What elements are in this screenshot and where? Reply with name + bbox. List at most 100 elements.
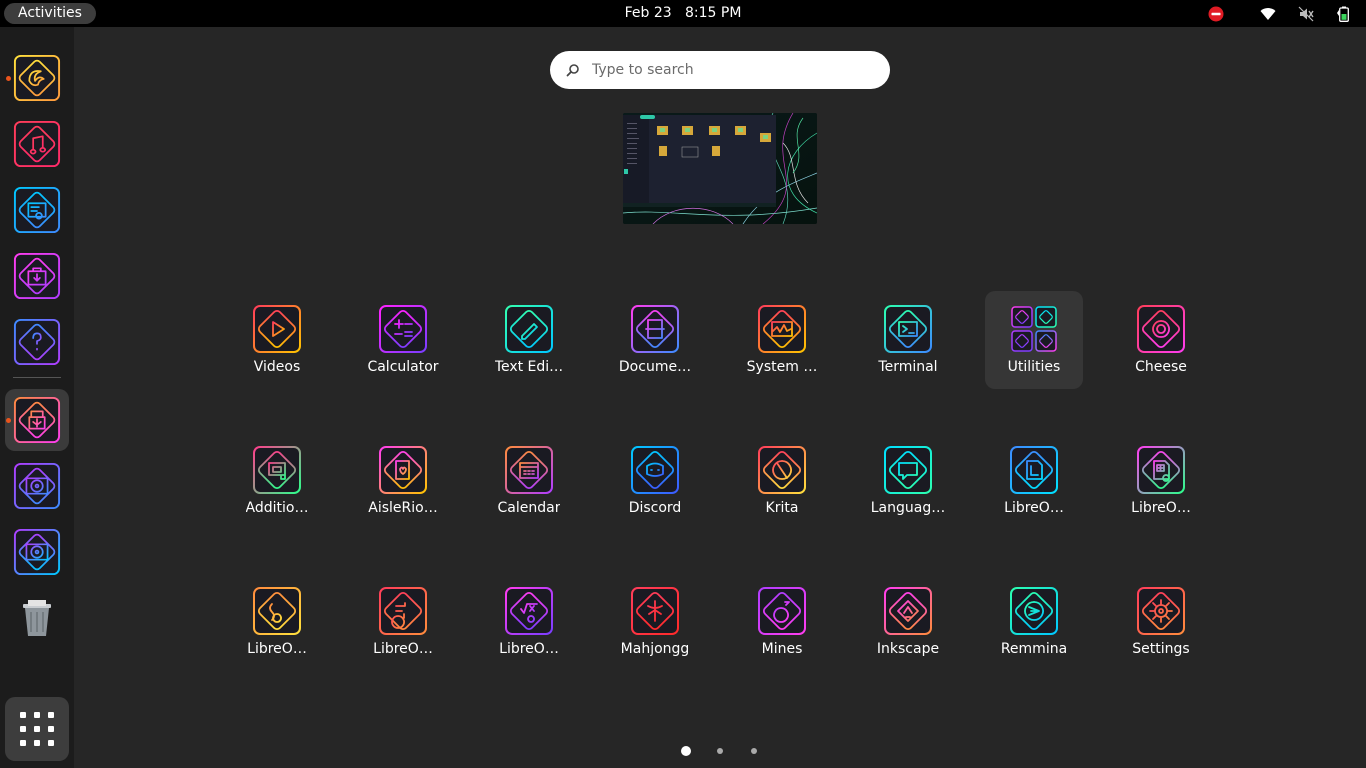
search-box[interactable] <box>550 51 890 89</box>
dock-item-mahjongg-tile-app[interactable] <box>5 389 69 451</box>
clock-time: 8:15 PM <box>685 5 742 21</box>
app-label: Languag… <box>870 500 946 516</box>
remmina-icon <box>1010 587 1058 635</box>
libreoffice-draw-icon <box>1010 446 1058 494</box>
libreoffice-math-icon <box>505 587 553 635</box>
disk-icon <box>13 528 61 576</box>
dock-item-writer[interactable] <box>5 179 69 241</box>
app-videos[interactable]: Videos <box>228 291 326 389</box>
app-calendar[interactable]: Calendar <box>480 432 578 530</box>
volume-muted-icon[interactable] <box>1298 6 1314 22</box>
dock-separator <box>13 377 61 378</box>
settings-icon <box>1137 587 1185 635</box>
app-label: LibreO… <box>1131 500 1191 516</box>
app-label: Discord <box>628 500 682 516</box>
dock <box>0 27 74 768</box>
app-libreoffice-math[interactable]: LibreO… <box>480 573 578 671</box>
app-language[interactable]: Languag… <box>859 432 957 530</box>
app-label: Docume… <box>618 359 692 375</box>
libreoffice-impress-icon <box>379 587 427 635</box>
do-not-disturb-icon[interactable] <box>1208 6 1224 22</box>
terminal-icon <box>884 305 932 353</box>
app-icon-wrapper <box>378 445 428 495</box>
app-icon-wrapper <box>1136 445 1186 495</box>
app-icon-wrapper <box>378 586 428 636</box>
dock-item-disk[interactable] <box>5 455 69 517</box>
app-icon-wrapper <box>757 304 807 354</box>
app-discord[interactable]: Discord <box>606 432 704 530</box>
app-label: Additio… <box>245 500 309 516</box>
app-krita[interactable]: Krita <box>733 432 831 530</box>
page-dot-1[interactable] <box>681 746 691 756</box>
dock-item-trash[interactable] <box>5 587 69 649</box>
app-icon-wrapper <box>883 304 933 354</box>
app-icon-wrapper <box>883 586 933 636</box>
app-text-editor[interactable]: Text Edi… <box>480 291 578 389</box>
app-label: LibreO… <box>373 641 433 657</box>
app-mahjongg[interactable]: Mahjongg <box>606 573 704 671</box>
system-tray[interactable] <box>1208 0 1362 27</box>
app-additional-drivers[interactable]: Additio… <box>228 432 326 530</box>
app-remmina[interactable]: Remmina <box>985 573 1083 671</box>
software-icon <box>13 252 61 300</box>
app-inkscape[interactable]: Inkscape <box>859 573 957 671</box>
clock-button[interactable]: Feb 23 8:15 PM <box>625 5 742 21</box>
dock-item-files[interactable] <box>5 47 69 109</box>
top-bar: Activities Feb 23 8:15 PM <box>0 0 1366 27</box>
dock-item-rhythmbox[interactable] <box>5 113 69 175</box>
calendar-icon <box>505 446 553 494</box>
app-icon-wrapper <box>252 445 302 495</box>
dock-item-help[interactable] <box>5 311 69 373</box>
app-label: Settings <box>1132 641 1190 657</box>
activities-button[interactable]: Activities <box>4 3 96 24</box>
app-label: Utilities <box>1007 359 1061 375</box>
app-label: AisleRio… <box>368 500 438 516</box>
app-document-viewer[interactable]: Docume… <box>606 291 704 389</box>
grid-icon <box>20 712 54 746</box>
app-label: LibreO… <box>499 641 559 657</box>
app-icon-wrapper <box>757 445 807 495</box>
app-terminal[interactable]: Terminal <box>859 291 957 389</box>
app-label: Text Edi… <box>494 359 564 375</box>
videos-icon <box>253 305 301 353</box>
search-input[interactable] <box>592 62 852 78</box>
page-dot-3[interactable] <box>751 748 757 754</box>
app-libreoffice-calc[interactable]: LibreO… <box>1112 432 1210 530</box>
app-icon <box>13 396 61 444</box>
app-libreoffice-impress[interactable]: LibreO… <box>354 573 452 671</box>
app-label: LibreO… <box>247 641 307 657</box>
app-icon-wrapper <box>630 304 680 354</box>
app-label: Mines <box>761 641 803 657</box>
app-icon-wrapper <box>252 586 302 636</box>
dock-item-software[interactable] <box>5 245 69 307</box>
workspace-wallpaper <box>623 113 817 224</box>
app-aisleriot[interactable]: AisleRio… <box>354 432 452 530</box>
app-icon-wrapper <box>757 586 807 636</box>
page-dot-2[interactable] <box>717 748 723 754</box>
disk-icon <box>13 462 61 510</box>
app-system-monitor[interactable]: System … <box>733 291 831 389</box>
aisleriot-icon <box>379 446 427 494</box>
app-mines[interactable]: Mines <box>733 573 831 671</box>
battery-charging-icon[interactable] <box>1336 6 1352 22</box>
clock-date: Feb 23 <box>624 5 672 21</box>
app-icon-wrapper <box>1009 445 1059 495</box>
app-settings[interactable]: Settings <box>1112 573 1210 671</box>
app-icon-wrapper <box>1009 586 1059 636</box>
app-utilities-folder[interactable]: Utilities <box>985 291 1083 389</box>
app-libreoffice-draw[interactable]: LibreO… <box>985 432 1083 530</box>
dock-item-disk-2[interactable] <box>5 521 69 583</box>
app-cheese[interactable]: Cheese <box>1112 291 1210 389</box>
app-libreoffice-base[interactable]: LibreO… <box>228 573 326 671</box>
additional-drivers-icon <box>253 446 301 494</box>
app-icon-wrapper <box>1009 304 1059 354</box>
app-icon-wrapper <box>378 304 428 354</box>
wifi-icon[interactable] <box>1260 6 1276 22</box>
page-indicator <box>0 744 1366 758</box>
app-label: Terminal <box>878 359 938 375</box>
app-calculator[interactable]: Calculator <box>354 291 452 389</box>
app-label: Inkscape <box>876 641 940 657</box>
calculator-icon <box>379 305 427 353</box>
app-icon-wrapper <box>630 586 680 636</box>
workspace-thumbnail[interactable] <box>623 113 817 224</box>
